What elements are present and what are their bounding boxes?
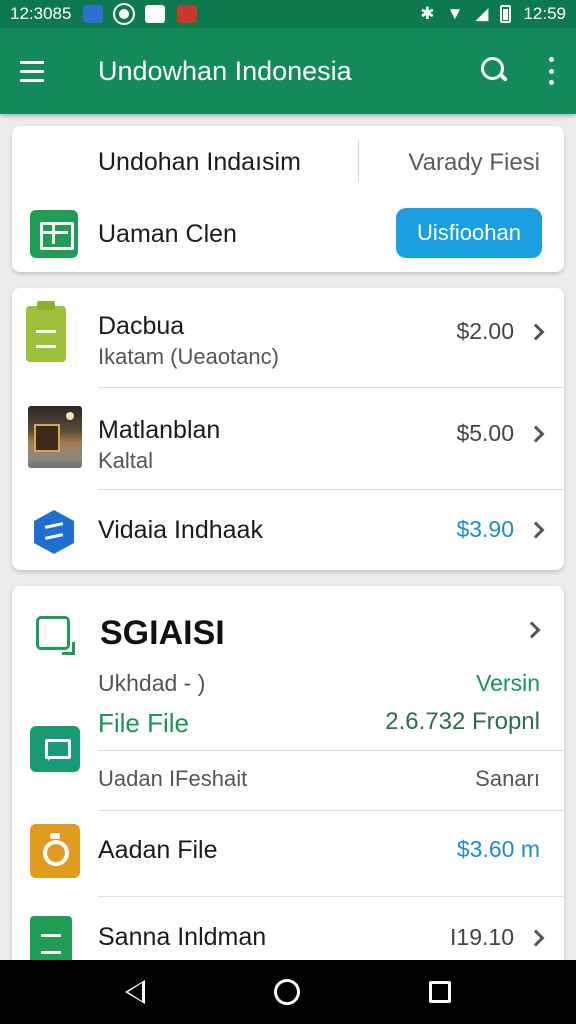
section-subtitle: Ukhdad - ) xyxy=(98,670,206,696)
battery-icon xyxy=(500,5,512,23)
item-price: $3.60 m xyxy=(456,836,540,862)
files-card: SGIAISI Ukhdad - ) Versin File File 2.6.… xyxy=(12,586,564,966)
chevron-right-icon xyxy=(527,425,545,443)
recents-icon[interactable] xyxy=(429,981,452,1003)
timer-icon xyxy=(30,824,80,878)
item-name: Dacbua xyxy=(98,312,185,340)
hex-app-icon xyxy=(34,510,74,554)
divider xyxy=(358,140,359,182)
divider xyxy=(98,750,564,751)
item-price: $2.00 xyxy=(456,318,514,344)
clipboard-icon xyxy=(26,301,66,362)
item-subtitle: Ikatam (Ueaotanc) xyxy=(98,344,279,369)
search-icon[interactable] xyxy=(478,54,512,88)
item-name[interactable]: Aadan File xyxy=(98,836,218,865)
chevron-right-icon xyxy=(523,621,541,639)
chevron-right-icon xyxy=(527,323,545,341)
cat-icon xyxy=(145,5,166,23)
bluetooth-icon: ✱ xyxy=(420,4,435,23)
row-label: Uadan IFeshait xyxy=(98,766,248,791)
card-right-text[interactable]: Varady Fiesi xyxy=(408,149,540,177)
photo-thumbnail xyxy=(28,406,82,468)
divider xyxy=(98,896,564,897)
message-icon xyxy=(30,726,80,772)
item-price: $3.90 xyxy=(456,516,514,542)
red-app-icon xyxy=(177,5,198,23)
item-name: Matlanblan xyxy=(98,416,221,444)
signal-icon: ◢ xyxy=(475,4,489,23)
table-icon xyxy=(30,210,78,258)
wifi-icon: ▼ xyxy=(446,4,464,23)
version-label: Versin xyxy=(476,670,540,696)
item-name: Vidaia Indhaak xyxy=(98,516,263,544)
row-value: Sanarı xyxy=(475,766,540,791)
menu-icon[interactable] xyxy=(20,51,60,91)
primary-button[interactable]: Uisfioohan xyxy=(396,208,542,258)
list-item[interactable]: Matlanblan Kaltal $5.00 xyxy=(12,388,564,490)
items-card: Dacbua Ikatam (Ueaotanc) $2.00 Matlanbla… xyxy=(12,288,564,570)
divider xyxy=(98,810,564,811)
app-bar: Undowhan Indonesia xyxy=(0,28,576,114)
home-icon[interactable] xyxy=(273,979,300,1005)
crop-icon xyxy=(36,616,75,655)
row-label: Uaman Clen xyxy=(98,220,237,248)
list-item[interactable]: Vidaia Indhaak $3.90 xyxy=(12,490,564,570)
navigation-bar xyxy=(0,960,576,1024)
status-time-left: 12:3085 xyxy=(10,4,72,23)
status-time-right: 12:59 xyxy=(523,4,566,23)
chevron-right-icon xyxy=(527,521,545,539)
app-blue-icon xyxy=(83,5,104,23)
status-bar: 12:3085 ✱ ▼ ◢ 12:59 xyxy=(0,0,576,28)
item-price: $5.00 xyxy=(456,420,514,446)
file-label[interactable]: File File xyxy=(98,708,189,739)
document-icon xyxy=(30,916,72,966)
chevron-right-icon xyxy=(527,929,545,947)
list-item[interactable]: Dacbua Ikatam (Ueaotanc) $2.00 xyxy=(12,288,564,388)
app-title: Undowhan Indonesia xyxy=(98,55,352,86)
item-name[interactable]: Sanna Inldman xyxy=(98,923,266,952)
item-price: I19.10 xyxy=(450,924,514,950)
section-title: SGIAISI xyxy=(100,614,225,652)
card-title: Undohan Indaısim xyxy=(98,148,301,176)
file-version: 2.6.732 Fropnl xyxy=(385,708,540,735)
circle-icon xyxy=(115,5,134,23)
back-icon[interactable] xyxy=(124,980,145,1004)
more-vert-icon[interactable] xyxy=(546,57,556,85)
header-card: Undohan Indaısim Varady Fiesi Uaman Clen… xyxy=(12,126,564,272)
item-subtitle: Kaltal xyxy=(98,448,154,473)
